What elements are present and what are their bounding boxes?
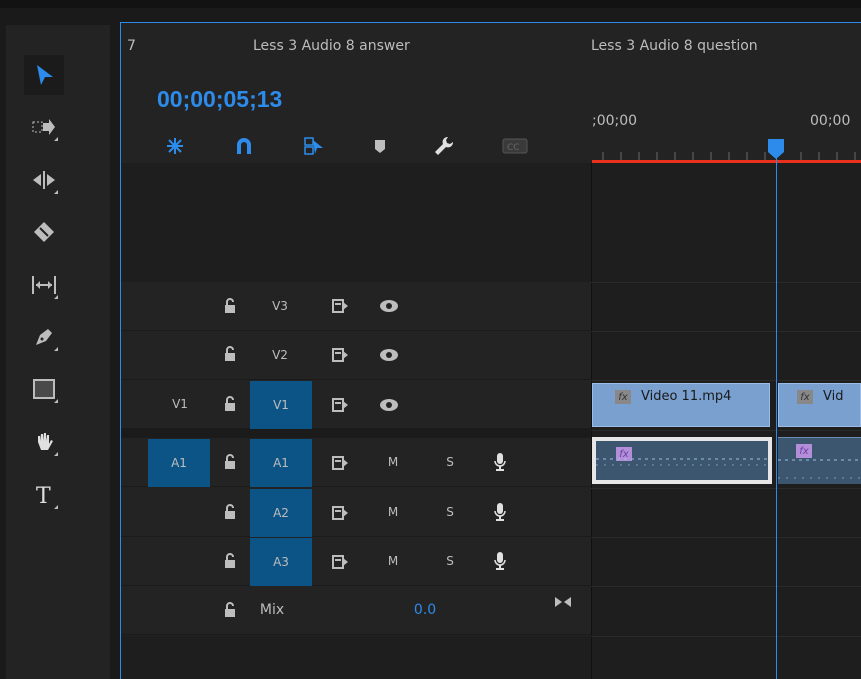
razor-icon: [34, 222, 54, 242]
hand-icon: [38, 433, 53, 450]
rectangle-tool[interactable]: [24, 369, 64, 409]
ruler-label-next: 00;00: [810, 113, 851, 129]
av-divider[interactable]: [121, 429, 591, 438]
playhead-handle[interactable]: [766, 138, 786, 160]
ruler-label-start: ;00;00: [592, 113, 638, 129]
clip-label: Vid: [823, 389, 844, 404]
svg-text:CC: CC: [507, 143, 520, 153]
track-header-mix: [121, 586, 591, 635]
microphone-icon[interactable]: [492, 550, 508, 572]
slip-tool[interactable]: [24, 265, 64, 305]
track-target-v1[interactable]: V1: [250, 381, 312, 429]
slip-icon: [32, 276, 56, 294]
type-tool[interactable]: T: [24, 475, 64, 515]
playhead-timecode[interactable]: 00;00;05;13: [157, 86, 282, 113]
audio-waveform: [778, 459, 861, 479]
playhead-line[interactable]: [776, 150, 777, 679]
track-header-footer: [121, 636, 591, 679]
eye-icon[interactable]: [377, 396, 401, 414]
lock-icon[interactable]: [222, 454, 238, 470]
captions-cc-icon[interactable]: CC: [500, 136, 530, 156]
video-clip[interactable]: fx Vid: [778, 383, 861, 427]
mix-volume-value[interactable]: 0.0: [405, 586, 445, 634]
track-header-empty: [121, 163, 591, 282]
add-marker-icon[interactable]: [370, 136, 390, 156]
mute-button[interactable]: M: [383, 438, 403, 486]
lock-icon[interactable]: [222, 602, 238, 618]
selection-arrow-icon: [37, 65, 53, 85]
clip-label: Video 11.mp4: [641, 389, 732, 404]
nest-sequence-icon[interactable]: [163, 136, 187, 156]
mix-label: Mix: [259, 602, 285, 618]
source-patch-v1[interactable]: V1: [165, 380, 195, 428]
audio-clip[interactable]: fx: [592, 437, 772, 484]
pen-tool[interactable]: [24, 317, 64, 357]
track-header-v3: [121, 282, 591, 331]
sync-lock-icon[interactable]: [330, 454, 350, 472]
sync-lock-icon[interactable]: [330, 297, 350, 315]
lock-icon[interactable]: [222, 396, 238, 412]
fx-icon: fx: [797, 390, 813, 404]
linked-selection-icon[interactable]: [302, 136, 326, 156]
top-border: [0, 0, 861, 8]
tab-less3-audio8-question[interactable]: Less 3 Audio 8 question: [591, 38, 758, 54]
microphone-icon[interactable]: [492, 451, 508, 473]
sync-lock-icon[interactable]: [330, 346, 350, 364]
lock-icon[interactable]: [222, 504, 238, 520]
solo-button[interactable]: S: [440, 537, 460, 585]
panel-gap: [110, 8, 861, 22]
track-header-a2: [121, 488, 591, 537]
sync-lock-icon[interactable]: [330, 504, 350, 522]
track-target-v2[interactable]: V2: [265, 331, 295, 379]
pen-icon: [36, 329, 52, 345]
track-header-v2: [121, 331, 591, 380]
eye-icon[interactable]: [377, 346, 401, 364]
tab-less3-audio8-answer[interactable]: Less 3 Audio 8 answer: [253, 38, 410, 54]
razor-tool[interactable]: [24, 212, 64, 252]
selection-tool[interactable]: [24, 55, 64, 95]
tab-partial[interactable]: 7: [127, 38, 136, 54]
snap-magnet-icon[interactable]: [232, 136, 256, 156]
mute-button[interactable]: M: [383, 488, 403, 536]
ripple-edit-icon: [33, 171, 55, 189]
track-select-tool[interactable]: [24, 107, 64, 147]
fx-icon: fx: [615, 390, 631, 404]
solo-button[interactable]: S: [440, 438, 460, 486]
video-clip[interactable]: fx Video 11.mp4: [592, 383, 770, 427]
track-target-a2[interactable]: A2: [250, 489, 312, 537]
sync-lock-icon[interactable]: [330, 396, 350, 414]
lock-icon[interactable]: [222, 298, 238, 314]
audio-waveform: [596, 458, 768, 466]
lock-icon[interactable]: [222, 553, 238, 569]
track-header-a3: [121, 537, 591, 586]
tools-panel: T: [6, 25, 110, 679]
hand-tool[interactable]: [24, 422, 64, 462]
wrench-settings-icon[interactable]: [432, 134, 456, 158]
mute-button[interactable]: M: [383, 537, 403, 585]
svg-text:T: T: [36, 484, 51, 507]
track-target-a1[interactable]: A1: [250, 439, 312, 487]
solo-button[interactable]: S: [440, 488, 460, 536]
microphone-icon[interactable]: [492, 501, 508, 523]
type-icon: T: [36, 484, 51, 507]
rectangle-icon: [33, 379, 55, 399]
bowtie-icon[interactable]: [553, 594, 573, 610]
track-select-icon: [32, 119, 55, 135]
eye-icon[interactable]: [377, 297, 401, 315]
sync-lock-icon[interactable]: [330, 553, 350, 571]
ripple-edit-tool[interactable]: [24, 160, 64, 200]
track-target-v3[interactable]: V3: [265, 282, 295, 330]
audio-clip[interactable]: fx: [778, 437, 861, 484]
track-target-a3[interactable]: A3: [250, 538, 312, 586]
source-patch-a1[interactable]: A1: [148, 439, 210, 487]
lock-icon[interactable]: [222, 346, 238, 362]
